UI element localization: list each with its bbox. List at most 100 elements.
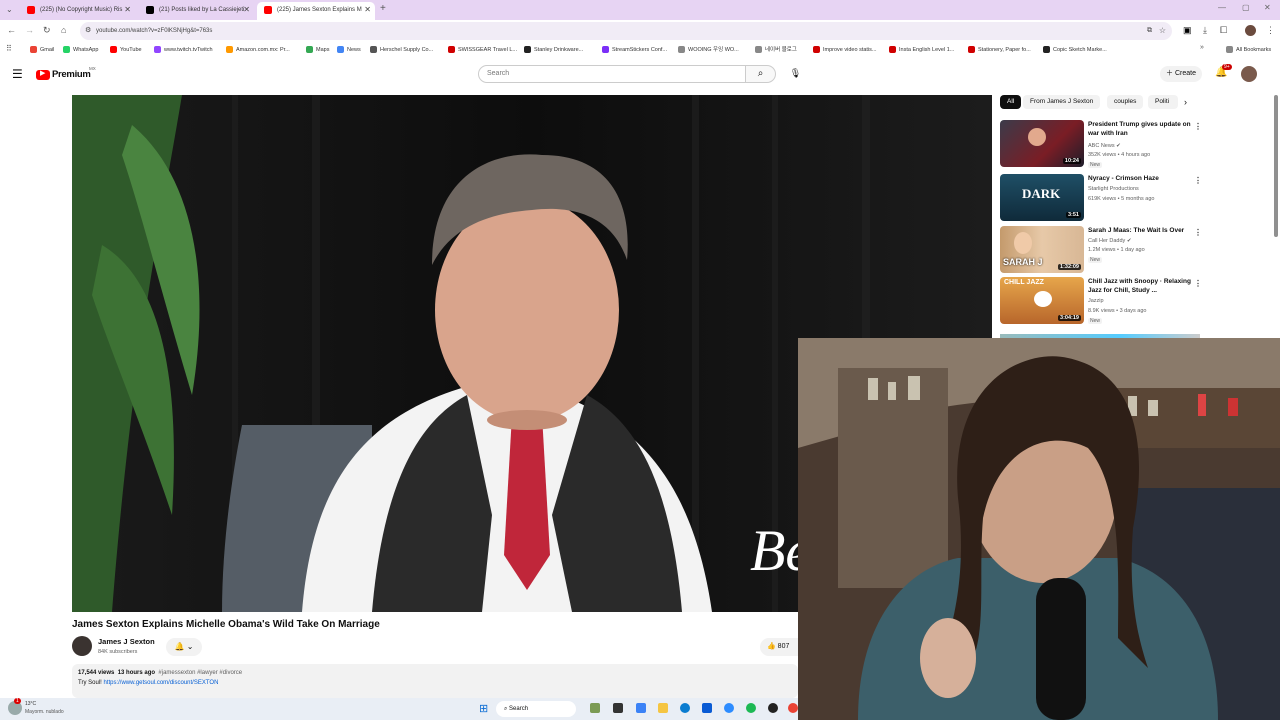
video-thumbnail[interactable]: CHILL JAZZ 3:04:19 xyxy=(1000,277,1084,324)
app-icon[interactable] xyxy=(768,703,778,713)
chevron-right-icon[interactable]: › xyxy=(1184,97,1187,107)
video-thumbnail[interactable]: DARK 3:51 xyxy=(1000,174,1084,221)
bookmark-item[interactable]: Improve video statis... xyxy=(813,44,877,56)
windows-start-icon[interactable]: ⊞ xyxy=(479,702,488,715)
rec-title[interactable]: Chill Jazz with Snoopy · Relaxing Jazz f… xyxy=(1088,277,1192,295)
bookmark-label: News xyxy=(347,47,361,53)
chrome-icon[interactable] xyxy=(788,703,798,713)
bookmark-item[interactable]: www.twitch.tvTwitch xyxy=(154,44,213,56)
chip-all[interactable]: All xyxy=(1000,95,1022,109)
star-icon[interactable]: ☆ xyxy=(1159,22,1166,40)
site-info-icon[interactable]: ⚙ xyxy=(85,22,91,40)
edge-icon[interactable] xyxy=(680,703,690,713)
webcam-overlay xyxy=(798,338,1280,720)
close-icon[interactable]: ✕ xyxy=(243,2,250,18)
bookmark-item[interactable]: SWISSGEAR Travel L... xyxy=(448,44,517,56)
close-icon[interactable]: ✕ xyxy=(124,2,131,18)
scrollbar-thumb[interactable] xyxy=(1274,95,1278,237)
close-window-icon[interactable]: ✕ xyxy=(1264,3,1271,12)
address-bar[interactable]: ⚙ youtube.com/watch?v=zF0lKSNjHg&t=763s … xyxy=(80,22,1172,40)
more-vert-icon[interactable]: ⋮ xyxy=(1194,279,1202,288)
chevron-right-icon[interactable]: » xyxy=(1200,44,1204,51)
app-icon[interactable] xyxy=(590,703,600,713)
description-link[interactable]: https://www.getsoul.com/discount/SEXTON xyxy=(103,680,218,686)
browser-tab-3-active[interactable]: (225) James Sexton Explains M ✕ xyxy=(257,2,375,20)
more-vert-icon[interactable]: ⋮ xyxy=(1194,122,1202,131)
spotify-icon[interactable] xyxy=(746,703,756,713)
taskbar-search[interactable]: ⌕ Search xyxy=(496,701,576,717)
search-button[interactable]: ⌕ xyxy=(746,65,776,83)
bookmark-item[interactable]: Copic Sketch Marke... xyxy=(1043,44,1107,56)
bookmark-item[interactable]: Amazon.com.mx: Pr... xyxy=(226,44,290,56)
like-button[interactable]: 👍 807 xyxy=(760,638,798,656)
profile-avatar[interactable] xyxy=(1245,25,1256,36)
maximize-icon[interactable]: ▢ xyxy=(1242,3,1250,12)
forward-icon[interactable]: → xyxy=(25,25,34,35)
extension-icon[interactable]: ▣ xyxy=(1183,25,1192,36)
create-button[interactable]: ＋ Create xyxy=(1160,66,1202,82)
avatar[interactable] xyxy=(1241,66,1257,82)
like-count: 807 xyxy=(777,643,790,650)
chip-politics[interactable]: Politi xyxy=(1148,95,1178,109)
apps-grid-icon[interactable]: ⠿ xyxy=(6,44,12,53)
bookmark-item[interactable]: Maps xyxy=(306,44,329,56)
description-box[interactable]: 17,544 views 13 hours ago #jamessexton #… xyxy=(72,664,798,698)
bookmark-favicon-icon xyxy=(337,46,344,53)
more-vert-icon[interactable]: ⋮ xyxy=(1194,176,1202,185)
tab-search-icon[interactable]: ⌄ xyxy=(6,5,13,14)
hashtags[interactable]: #jamessexton #lawyer #divorce xyxy=(158,670,242,676)
rec-title[interactable]: Sarah J Maas: The Wait Is Over xyxy=(1088,226,1192,235)
bookmark-item[interactable]: Gmail xyxy=(30,44,54,56)
video-thumbnail[interactable]: SARAH J 1:32:09 xyxy=(1000,226,1084,273)
reload-icon[interactable]: ↻ xyxy=(43,25,51,36)
rec-channel[interactable]: Starlight Productions xyxy=(1088,186,1139,192)
install-icon[interactable]: ⧉ xyxy=(1147,22,1152,40)
task-view-icon[interactable] xyxy=(613,703,623,713)
app-icon[interactable] xyxy=(636,703,646,713)
zoom-icon[interactable] xyxy=(724,703,734,713)
bookmark-item[interactable]: YouTube xyxy=(110,44,142,56)
bookmark-item[interactable]: WhatsApp xyxy=(63,44,98,56)
chip-from-channel[interactable]: From James J Sexton xyxy=(1023,95,1101,109)
minimize-icon[interactable]: — xyxy=(1218,3,1226,12)
subscribed-bell-button[interactable]: 🔔 ⌄ xyxy=(166,638,202,656)
browser-tab-2[interactable]: (21) Posts liked by La Cassiejeti ✕ xyxy=(139,2,254,20)
recommendation-item[interactable]: 10:24 President Trump gives update on wa… xyxy=(1000,120,1202,168)
bookmark-item[interactable]: Herschel Supply Co... xyxy=(370,44,433,56)
rec-title[interactable]: Nyracy - Crimson Haze xyxy=(1088,174,1192,183)
download-icon[interactable]: ⤓ xyxy=(1203,25,1207,36)
extensions-puzzle-icon[interactable]: ⧠ xyxy=(1220,25,1227,36)
menu-hamburger-icon[interactable]: ☰ xyxy=(12,67,23,81)
bookmark-item[interactable]: WOOING 우잉 WO... xyxy=(678,44,739,56)
video-thumbnail[interactable]: 10:24 xyxy=(1000,120,1084,167)
new-tab-icon[interactable]: + xyxy=(380,3,386,14)
search-input[interactable]: Search xyxy=(478,65,746,83)
home-icon[interactable]: ⌂ xyxy=(61,25,66,35)
browser-tab-1[interactable]: (225) (No Copyright Music) Ris ✕ xyxy=(20,2,135,20)
bookmark-item[interactable]: Insta English Level 1... xyxy=(889,44,954,56)
channel-avatar[interactable] xyxy=(72,636,92,656)
more-vert-icon[interactable]: ⋮ xyxy=(1194,228,1202,237)
rec-channel[interactable]: ABC News ✔ xyxy=(1088,143,1121,149)
bookmark-item[interactable]: 네이버 블로그 xyxy=(755,44,797,56)
tab-title: (225) (No Copyright Music) Ris xyxy=(40,7,123,13)
bookmark-item[interactable]: News xyxy=(337,44,361,56)
bookmark-item[interactable]: Stanley Drinkware... xyxy=(524,44,583,56)
bookmark-item[interactable]: StreamStickers Conf... xyxy=(602,44,667,56)
recommendation-item[interactable]: CHILL JAZZ 3:04:19 Chill Jazz with Snoop… xyxy=(1000,277,1202,325)
rec-title[interactable]: President Trump gives update on war with… xyxy=(1088,120,1192,138)
recommendation-item[interactable]: DARK 3:51 Nyracy - Crimson Haze Starligh… xyxy=(1000,174,1202,222)
rec-channel[interactable]: Jazzip xyxy=(1088,298,1104,304)
microphone-icon[interactable]: 🎙 xyxy=(789,68,802,81)
close-icon[interactable]: ✕ xyxy=(364,2,371,18)
more-menu-icon[interactable]: ⋮ xyxy=(1266,25,1275,36)
recommendation-item[interactable]: SARAH J 1:32:09 Sarah J Maas: The Wait I… xyxy=(1000,226,1202,274)
all-bookmarks[interactable]: All Bookmarks xyxy=(1226,44,1271,56)
bookmark-item[interactable]: Stationery, Paper fo... xyxy=(968,44,1031,56)
chip-couples[interactable]: couples xyxy=(1107,95,1144,109)
back-icon[interactable]: ← xyxy=(7,25,16,35)
rec-channel[interactable]: Call Her Daddy ✔ xyxy=(1088,238,1131,244)
file-explorer-icon[interactable] xyxy=(658,703,668,713)
channel-name[interactable]: James J Sexton xyxy=(98,637,155,646)
app-icon[interactable] xyxy=(702,703,712,713)
